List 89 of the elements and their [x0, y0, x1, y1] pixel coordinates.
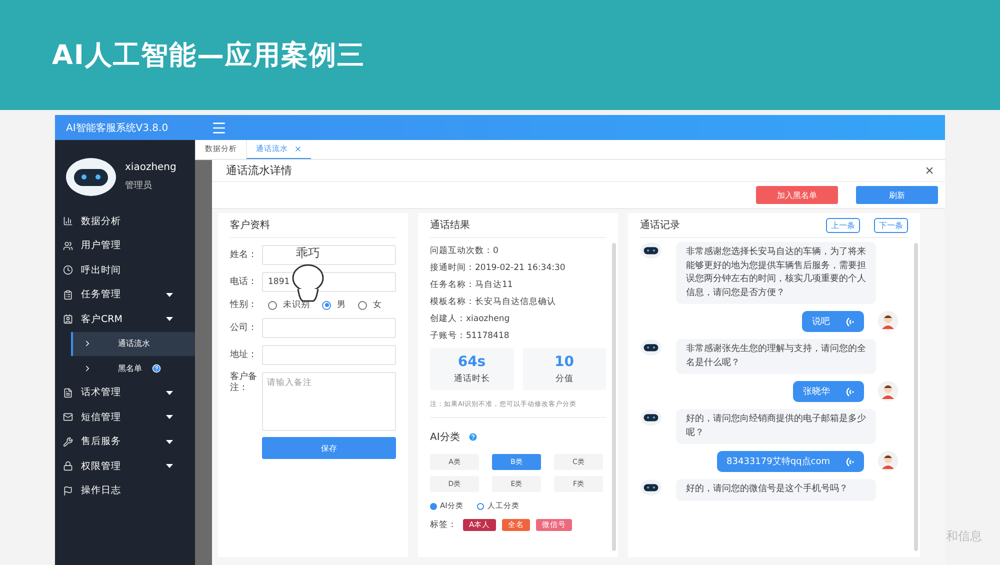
sidebar-subitem[interactable]: 黑名单 — [71, 356, 195, 380]
menu-icon[interactable] — [211, 120, 227, 136]
radio-button[interactable] — [268, 300, 277, 310]
result-line: 问题互动次数：0 — [430, 244, 500, 258]
field-label: 公司： — [230, 322, 258, 334]
message-text: 83433179艾特qq点com — [726, 456, 830, 468]
sidebar-item[interactable]: 呼出时间 — [55, 258, 195, 282]
radio-button[interactable] — [322, 300, 331, 310]
field-label: 地址： — [230, 350, 258, 360]
menu-item-icon — [63, 314, 73, 324]
app-title: AI智能客服系统V3.8.0 — [65, 122, 170, 134]
input-field[interactable] — [262, 345, 396, 365]
voice-icon[interactable] — [844, 386, 854, 396]
stat-value: 10 — [554, 354, 574, 370]
subitem-label: 通话流水 — [118, 338, 150, 350]
panel-title: 客户资料 — [230, 213, 396, 238]
stat-value: 64s — [458, 354, 486, 370]
result-line: 接通时间：2019-02-21 16:34:30 — [430, 262, 566, 274]
field-label: 客户备注： — [230, 372, 258, 394]
user-role: 管理员 — [125, 180, 153, 192]
input-field[interactable] — [262, 245, 396, 265]
menu-item-icon — [63, 436, 73, 447]
radio-label: 男 — [337, 299, 346, 311]
close-icon[interactable] — [294, 145, 302, 153]
robot-avatar — [65, 157, 117, 197]
panel-title: 通话结果 — [430, 213, 606, 238]
sidebar-item[interactable]: 数据分析 — [55, 209, 195, 234]
menu-item-icon — [63, 388, 73, 398]
close-icon[interactable] — [924, 165, 935, 176]
slide-title: AI人工智能—应用案例三 — [52, 39, 365, 73]
remark-field[interactable]: 请输入备注 — [262, 372, 396, 431]
voice-icon[interactable] — [844, 316, 854, 326]
field-label: 姓名： — [230, 250, 258, 260]
radio-label: 女 — [373, 299, 382, 311]
sidebar-subitem[interactable]: 通话流水 — [71, 332, 195, 356]
person-avatar-icon — [878, 381, 898, 401]
subitem-label: 黑名单 — [118, 362, 142, 374]
panel-title: 通话记录 — [640, 218, 680, 232]
sidebar-item[interactable]: 任务管理 — [55, 282, 195, 307]
input-field[interactable] — [262, 318, 396, 338]
robot-avatar — [640, 242, 662, 259]
sidebar-item[interactable]: 客户CRM — [55, 307, 195, 332]
radio-button[interactable] — [358, 300, 367, 310]
bot-message: 好的，请问您向经销商提供的电子邮箱是多少呢？ — [676, 409, 876, 444]
bot-message: 好的，请问您的微信号是这个手机号吗？ — [676, 479, 876, 500]
message-text: 说吧 — [812, 316, 830, 328]
previous-button[interactable]: 上一条 — [826, 218, 860, 232]
chevron-icon — [83, 339, 92, 348]
chevron-icon — [83, 364, 92, 373]
field-label: 电话： — [230, 276, 258, 288]
tags-label: 标签： — [430, 519, 457, 531]
sidebar-item[interactable]: 售后服务 — [55, 430, 195, 454]
bot-message: 非常感谢您选择长安马自达的车辆，为了将来能够更好的地为您提供车辆售后服务，需要担误您两分钟左右的时间，核实几项重要的个人信息，请问您是否方便？ — [676, 242, 876, 304]
scrollbar[interactable] — [612, 243, 616, 551]
menu-item-icon — [63, 461, 73, 472]
sidebar-item[interactable]: 用户管理 — [55, 234, 195, 258]
menu-item-icon — [63, 240, 73, 251]
result-line: 任务名称：马自达11 — [430, 278, 514, 292]
menu-item-icon — [63, 216, 73, 226]
robot-avatar — [640, 479, 662, 496]
menu-item-icon — [63, 412, 73, 422]
field-label: 性别： — [230, 300, 258, 310]
menu-item-icon — [63, 265, 73, 276]
sidebar-item[interactable]: 权限管理 — [55, 454, 195, 478]
robot-avatar — [640, 339, 662, 356]
result-line: 模板名称：长安马自达信息确认 — [430, 296, 557, 308]
sidebar-item[interactable]: 短信管理 — [55, 405, 195, 430]
user-name: xiaozheng — [125, 162, 176, 173]
sidebar-item[interactable]: 话术管理 — [55, 380, 195, 405]
bot-message: 非常感谢张先生您的理解与支持，请问您的全名是什么呢？ — [676, 339, 876, 374]
message-text: 张晓华 — [803, 386, 830, 398]
stat-label: 分值 — [555, 372, 574, 384]
sidebar-item[interactable]: 操作日志 — [55, 478, 195, 503]
result-line: 创建人：xiaozheng — [430, 312, 511, 326]
scrollbar[interactable] — [914, 243, 918, 551]
radio-button[interactable] — [430, 502, 437, 510]
help-icon — [468, 432, 478, 442]
dialog-title: 通话流水详情 — [226, 163, 292, 178]
voice-icon[interactable] — [844, 456, 854, 466]
section-title: AI分类 — [430, 430, 460, 444]
person-avatar-icon — [878, 311, 898, 331]
menu-item-icon — [63, 486, 73, 496]
stat-label: 通话时长 — [454, 372, 490, 384]
result-line: 子账号：51178418 — [430, 330, 510, 342]
robot-avatar — [640, 409, 662, 426]
menu-item-icon — [63, 290, 73, 300]
radio-button[interactable] — [477, 502, 484, 510]
background-caption: 和信息 — [946, 528, 982, 545]
person-avatar-icon — [878, 451, 898, 471]
